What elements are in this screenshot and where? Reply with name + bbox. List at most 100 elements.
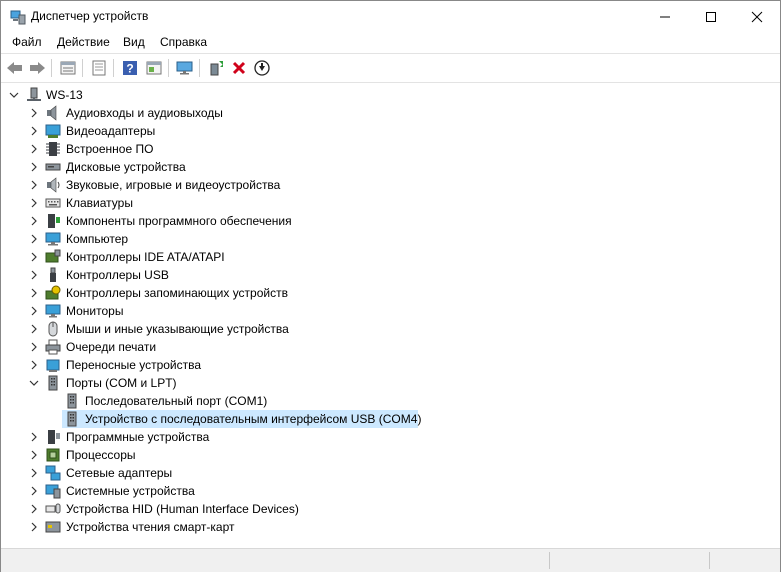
tree-category-row[interactable]: Устройства чтения смарт-карт	[1, 518, 780, 536]
chevron-right-icon[interactable]	[28, 464, 40, 482]
menu-view[interactable]: Вид	[123, 35, 145, 49]
chevron-right-icon[interactable]	[28, 248, 40, 266]
ide-controller-icon	[45, 249, 61, 265]
window-title: Диспетчер устройств	[31, 9, 149, 23]
tree-category-row[interactable]: Дисковые устройства	[1, 158, 780, 176]
port-icon	[64, 411, 80, 427]
scan-hardware-icon	[176, 61, 193, 75]
tree-category-label: Контроллеры IDE ATA/ATAPI	[66, 250, 225, 264]
title-bar[interactable]: Диспетчер устройств	[1, 1, 780, 32]
tree-category-row[interactable]: Видеоадаптеры	[1, 122, 780, 140]
mouse-icon	[45, 321, 61, 337]
tree-category-label: Мыши и иные указывающие устройства	[66, 322, 289, 336]
tree-category-row[interactable]: Звуковые, игровые и видеоустройства	[1, 176, 780, 194]
tree-category-row[interactable]: Порты (COM и LPT)	[1, 374, 780, 392]
processor-icon	[45, 447, 61, 463]
disable-device-button[interactable]	[252, 58, 272, 78]
printer-icon	[45, 339, 61, 355]
tree-category-row[interactable]: Контроллеры IDE ATA/ATAPI	[1, 248, 780, 266]
chevron-right-icon[interactable]	[28, 428, 40, 446]
tree-category-label: Системные устройства	[66, 484, 195, 498]
chevron-right-icon[interactable]	[28, 446, 40, 464]
chevron-right-icon[interactable]	[28, 212, 40, 230]
chevron-right-icon[interactable]	[28, 230, 40, 248]
chevron-right-icon[interactable]	[28, 338, 40, 356]
firmware-icon	[45, 141, 61, 157]
chevron-right-icon[interactable]	[28, 482, 40, 500]
chevron-right-icon[interactable]	[28, 284, 40, 302]
toolbar-separator	[51, 59, 52, 77]
tree-category-row[interactable]: Компоненты программного обеспечения	[1, 212, 780, 230]
tree-root-label: WS-13	[46, 88, 83, 102]
tree-category-row[interactable]: Системные устройства	[1, 482, 780, 500]
update-driver-icon	[210, 61, 223, 76]
minimize-button[interactable]	[642, 1, 688, 32]
chevron-right-icon[interactable]	[28, 104, 40, 122]
device-tree[interactable]: WS-13 Аудиовходы и аудиовыходы Видеоадапт…	[1, 83, 780, 546]
tree-category-row[interactable]: Очереди печати	[1, 338, 780, 356]
tree-category-row[interactable]: Контроллеры запоминающих устройств	[1, 284, 780, 302]
tree-device-row[interactable]: Последовательный порт (COM1)	[1, 392, 780, 410]
storage-controller-icon	[45, 285, 61, 301]
svg-text:?: ?	[126, 62, 133, 76]
usb-icon	[45, 267, 61, 283]
chevron-right-icon[interactable]	[28, 266, 40, 284]
toolbar-separator	[113, 59, 114, 77]
uninstall-icon	[232, 61, 246, 75]
menu-help[interactable]: Справка	[160, 35, 207, 49]
tree-category-row[interactable]: Сетевые адаптеры	[1, 464, 780, 482]
tree-category-row[interactable]: Встроенное ПО	[1, 140, 780, 158]
uninstall-device-button[interactable]	[229, 58, 249, 78]
chevron-right-icon[interactable]	[28, 140, 40, 158]
status-bar	[1, 548, 780, 572]
port-icon	[64, 393, 80, 409]
tree-category-row[interactable]: Устройства HID (Human Interface Devices)	[1, 500, 780, 518]
maximize-button[interactable]	[688, 1, 734, 32]
tree-category-row[interactable]: Мониторы	[1, 302, 780, 320]
disable-icon	[254, 60, 270, 76]
tree-category-row[interactable]: Программные устройства	[1, 428, 780, 446]
chevron-right-icon[interactable]	[28, 122, 40, 140]
tree-category-row[interactable]: Компьютер	[1, 230, 780, 248]
chevron-right-icon[interactable]	[28, 500, 40, 518]
tree-device-row[interactable]: Устройство с последовательным интерфейсо…	[1, 410, 780, 428]
tree-category-row[interactable]: Аудиовходы и аудиовыходы	[1, 104, 780, 122]
close-button[interactable]	[734, 1, 780, 32]
device-manager-window: Диспетчер устройств Файл Действие Вид Сп…	[0, 0, 781, 572]
tree-category-label: Встроенное ПО	[66, 142, 154, 156]
tree-category-label: Программные устройства	[66, 430, 210, 444]
properties-button[interactable]	[89, 58, 109, 78]
menu-file[interactable]: Файл	[12, 35, 42, 49]
status-divider	[709, 552, 710, 569]
chevron-right-icon[interactable]	[28, 176, 40, 194]
forward-button[interactable]	[27, 58, 47, 78]
chevron-down-icon[interactable]	[28, 374, 40, 392]
tree-category-row[interactable]: Переносные устройства	[1, 356, 780, 374]
tree-category-row[interactable]: Клавиатуры	[1, 194, 780, 212]
maximize-icon	[706, 11, 716, 22]
update-driver-button[interactable]	[206, 58, 226, 78]
menu-action[interactable]: Действие	[57, 35, 110, 49]
tree-category-row[interactable]: Мыши и иные указывающие устройства	[1, 320, 780, 338]
chevron-right-icon[interactable]	[28, 158, 40, 176]
tree-category-row[interactable]: Контроллеры USB	[1, 266, 780, 284]
tree-root-row[interactable]: WS-13	[1, 86, 780, 104]
keyboard-icon	[45, 195, 61, 211]
tree-category-row[interactable]: Процессоры	[1, 446, 780, 464]
chevron-right-icon[interactable]	[28, 194, 40, 212]
chevron-right-icon[interactable]	[28, 302, 40, 320]
chevron-right-icon[interactable]	[28, 356, 40, 374]
tree-category-label: Порты (COM и LPT)	[66, 376, 177, 390]
chevron-down-icon[interactable]	[8, 86, 20, 104]
help-icon: ?	[123, 61, 137, 76]
help-button[interactable]: ?	[120, 58, 140, 78]
back-button[interactable]	[5, 58, 25, 78]
show-hidden-button[interactable]	[144, 58, 164, 78]
port-icon	[45, 375, 61, 391]
scan-hardware-button[interactable]	[175, 58, 195, 78]
chevron-right-icon[interactable]	[28, 320, 40, 338]
monitor-icon	[45, 303, 61, 319]
properties-list-button[interactable]	[58, 58, 78, 78]
forward-icon	[30, 62, 45, 74]
chevron-right-icon[interactable]	[28, 518, 40, 536]
